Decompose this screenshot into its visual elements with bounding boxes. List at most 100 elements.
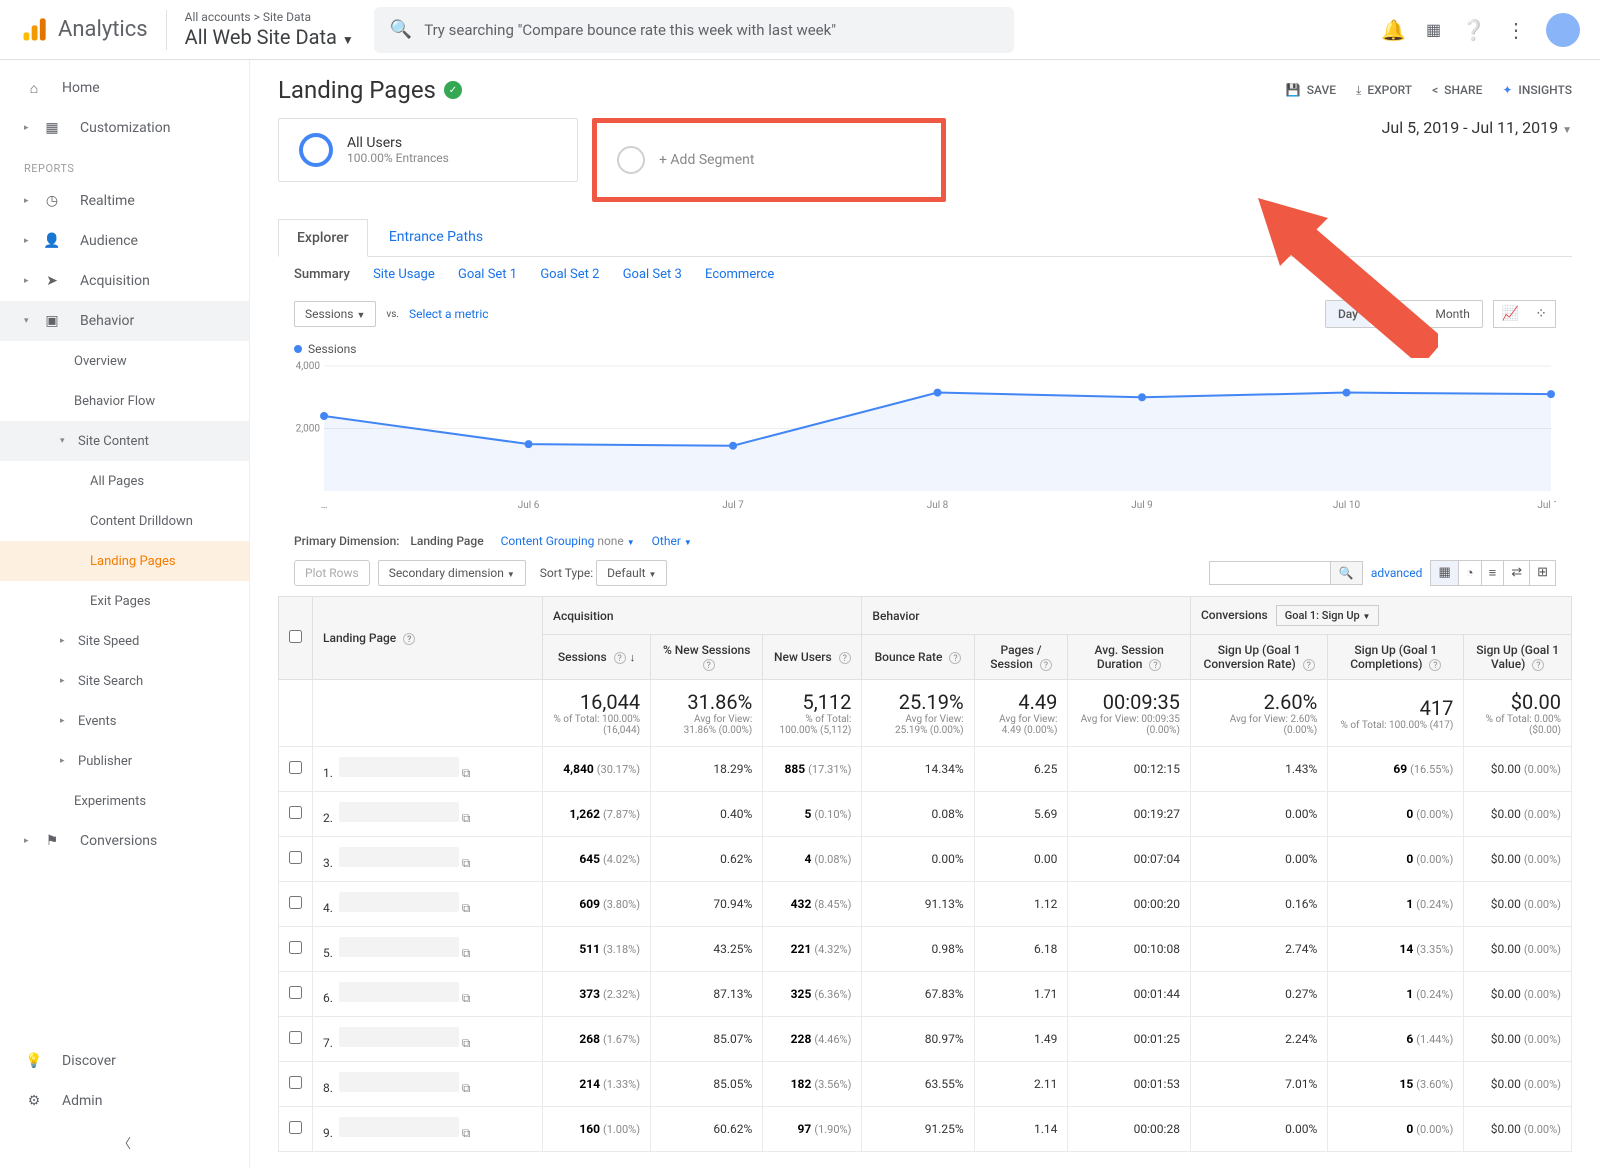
time-day-button[interactable]: Day xyxy=(1326,301,1370,327)
row-page-cell[interactable]: 7. ⧉ xyxy=(313,1017,543,1062)
help-icon[interactable]: ❔ xyxy=(1461,18,1486,42)
row-page-cell[interactable]: 8. ⧉ xyxy=(313,1062,543,1107)
sidebar-item-behavior-flow[interactable]: Behavior Flow xyxy=(0,381,249,421)
row-checkbox[interactable] xyxy=(289,851,302,864)
row-page-cell[interactable]: 3. ⧉ xyxy=(313,837,543,882)
help-icon[interactable]: ? xyxy=(1040,659,1052,671)
help-icon[interactable]: ? xyxy=(839,652,851,664)
search-bar[interactable]: 🔍 Try searching "Compare bounce rate thi… xyxy=(374,7,1014,53)
sidebar-item-exit-pages[interactable]: Exit Pages xyxy=(0,581,249,621)
time-week-button[interactable]: Week xyxy=(1370,301,1423,327)
external-link-icon[interactable]: ⧉ xyxy=(462,991,471,1005)
tab-explorer[interactable]: Explorer xyxy=(278,219,368,257)
sidebar-item-admin[interactable]: ⚙Admin xyxy=(0,1081,249,1121)
sidebar-item-discover[interactable]: 💡Discover xyxy=(0,1041,249,1081)
sidebar-item-events[interactable]: ▸Events xyxy=(0,701,249,741)
tab-entrance-paths[interactable]: Entrance Paths xyxy=(371,219,501,255)
other-dimension-dropdown[interactable]: Other ▼ xyxy=(652,534,692,548)
sidebar-item-content-drilldown[interactable]: Content Drilldown xyxy=(0,501,249,541)
sidebar-item-behavior[interactable]: ▾▣Behavior xyxy=(0,301,249,341)
external-link-icon[interactable]: ⧉ xyxy=(462,766,471,780)
col-new-sessions[interactable]: % New Sessions ? xyxy=(651,635,763,680)
select-all-checkbox[interactable] xyxy=(289,630,302,643)
row-checkbox[interactable] xyxy=(289,1121,302,1134)
chart-point[interactable] xyxy=(1342,389,1350,397)
segment-all-users[interactable]: All Users 100.00% Entrances xyxy=(278,118,578,182)
col-landing-page[interactable]: Landing Page ? xyxy=(313,597,543,680)
col-pages-per-session[interactable]: Pages / Session ? xyxy=(974,635,1068,680)
secondary-dimension-dropdown[interactable]: Secondary dimension ▼ xyxy=(378,560,526,586)
row-checkbox[interactable] xyxy=(289,761,302,774)
insights-button[interactable]: ✦INSIGHTS xyxy=(1502,83,1572,98)
notifications-icon[interactable]: 🔔 xyxy=(1381,18,1406,42)
external-link-icon[interactable]: ⧉ xyxy=(462,1126,471,1140)
sort-type-dropdown[interactable]: Default ▼ xyxy=(596,560,667,586)
row-checkbox[interactable] xyxy=(289,896,302,909)
sidebar-item-overview[interactable]: Overview xyxy=(0,341,249,381)
performance-view-icon[interactable]: ≡ xyxy=(1482,561,1505,585)
metric-dropdown[interactable]: Sessions ▼ xyxy=(294,301,376,327)
help-icon[interactable]: ? xyxy=(1429,659,1441,671)
chart-point[interactable] xyxy=(320,412,328,420)
time-month-button[interactable]: Month xyxy=(1423,301,1481,327)
pivot-view-icon[interactable]: ⊞ xyxy=(1530,561,1555,585)
comparison-view-icon[interactable]: ⇄ xyxy=(1504,561,1530,585)
sidebar-item-acquisition[interactable]: ▸➤Acquisition xyxy=(0,261,249,301)
sidebar-item-site-speed[interactable]: ▸Site Speed xyxy=(0,621,249,661)
date-range-picker[interactable]: Jul 5, 2019 - Jul 11, 2019 ▼ xyxy=(1382,118,1572,137)
sidebar-item-landing-pages[interactable]: Landing Pages xyxy=(0,541,249,581)
chart-point[interactable] xyxy=(1138,393,1146,401)
add-segment-button[interactable]: + Add Segment xyxy=(592,118,946,202)
advanced-link[interactable]: advanced xyxy=(1371,566,1423,580)
col-bounce-rate[interactable]: Bounce Rate ? xyxy=(862,635,974,680)
col-completions[interactable]: Sign Up (Goal 1 Completions) ? xyxy=(1328,635,1464,680)
col-conversion-rate[interactable]: Sign Up (Goal 1 Conversion Rate) ? xyxy=(1190,635,1327,680)
chart-point[interactable] xyxy=(934,389,942,397)
external-link-icon[interactable]: ⧉ xyxy=(462,811,471,825)
search-icon[interactable]: 🔍 xyxy=(1330,562,1362,584)
save-button[interactable]: 💾SAVE xyxy=(1286,83,1336,98)
conversions-goal-dropdown[interactable]: Goal 1: Sign Up ▼ xyxy=(1276,605,1380,626)
table-search-input[interactable] xyxy=(1210,562,1330,584)
apps-icon[interactable]: ▦ xyxy=(1426,20,1441,39)
subtab-summary[interactable]: Summary xyxy=(294,267,350,282)
external-link-icon[interactable]: ⧉ xyxy=(462,946,471,960)
data-table-view-icon[interactable]: ▦ xyxy=(1431,561,1458,585)
chart-point[interactable] xyxy=(525,440,533,448)
line-chart-icon[interactable]: 📈 xyxy=(1494,301,1527,327)
sidebar-item-audience[interactable]: ▸👤Audience xyxy=(0,221,249,261)
col-value[interactable]: Sign Up (Goal 1 Value) ? xyxy=(1464,635,1572,680)
help-icon[interactable]: ? xyxy=(1532,659,1544,671)
collapse-sidebar-button[interactable]: 〈 xyxy=(0,1121,249,1164)
subtab-ecommerce[interactable]: Ecommerce xyxy=(705,267,774,282)
motion-chart-icon[interactable]: ⁘ xyxy=(1527,301,1555,327)
help-icon[interactable]: ? xyxy=(403,633,415,645)
help-icon[interactable]: ? xyxy=(1149,659,1161,671)
sidebar-item-site-search[interactable]: ▸Site Search xyxy=(0,661,249,701)
row-checkbox[interactable] xyxy=(289,941,302,954)
help-icon[interactable]: ? xyxy=(1303,659,1315,671)
help-icon[interactable]: ? xyxy=(614,652,626,664)
row-page-cell[interactable]: 4. ⧉ xyxy=(313,882,543,927)
col-new-users[interactable]: New Users ? xyxy=(763,635,862,680)
sidebar-item-experiments[interactable]: Experiments xyxy=(0,781,249,821)
row-checkbox[interactable] xyxy=(289,986,302,999)
sidebar-item-customization[interactable]: ▸▦Customization xyxy=(0,108,249,148)
col-avg-session-duration[interactable]: Avg. Session Duration ? xyxy=(1068,635,1191,680)
chart-point[interactable] xyxy=(729,442,737,450)
subtab-site-usage[interactable]: Site Usage xyxy=(373,267,435,282)
help-icon[interactable]: ? xyxy=(949,652,961,664)
more-icon[interactable]: ⋮ xyxy=(1506,18,1526,42)
avatar[interactable] xyxy=(1546,13,1580,47)
row-checkbox[interactable] xyxy=(289,806,302,819)
row-checkbox[interactable] xyxy=(289,1031,302,1044)
row-page-cell[interactable]: 6. ⧉ xyxy=(313,972,543,1017)
sidebar-item-site-content[interactable]: ▾Site Content xyxy=(0,421,249,461)
row-page-cell[interactable]: 2. ⧉ xyxy=(313,792,543,837)
external-link-icon[interactable]: ⧉ xyxy=(462,1081,471,1095)
row-checkbox[interactable] xyxy=(289,1076,302,1089)
subtab-goal-set-3[interactable]: Goal Set 3 xyxy=(623,267,682,282)
row-page-cell[interactable]: 9. ⧉ xyxy=(313,1107,543,1152)
share-button[interactable]: <SHARE xyxy=(1432,83,1482,98)
subtab-goal-set-1[interactable]: Goal Set 1 xyxy=(458,267,517,282)
